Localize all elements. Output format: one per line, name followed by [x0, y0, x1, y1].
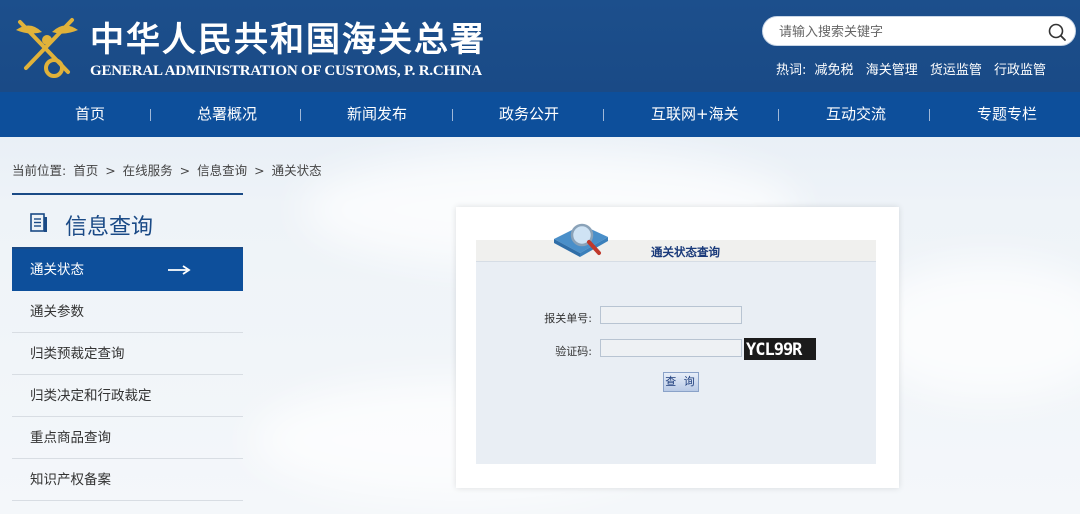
nav-separator	[150, 109, 151, 121]
nav-separator	[603, 109, 604, 121]
breadcrumb-item[interactable]: 首页	[73, 163, 98, 178]
breadcrumb-item[interactable]: 信息查询	[197, 163, 247, 178]
hotwords-label: 热词:	[776, 63, 807, 78]
sidebar-title: 信息查询	[65, 215, 154, 240]
sidebar-item-classification-ruling[interactable]: 归类预裁定查询	[12, 333, 243, 375]
sidebar-item-label: 重点商品查询	[30, 430, 111, 446]
sidebar-header: 信息查询	[12, 193, 243, 249]
site-title-cn: 中华人民共和国海关总署	[90, 20, 486, 60]
magnifier-icon	[554, 223, 608, 257]
nav-separator	[300, 109, 301, 121]
sidebar: 信息查询 通关状态 通关参数 归类预裁定查询 归类决定和行政裁定 重点商品查询 …	[12, 193, 243, 501]
query-button[interactable]: 查 询	[663, 372, 699, 392]
search-icon[interactable]	[1047, 22, 1067, 42]
nav-item-interaction[interactable]: 互动交流	[826, 92, 886, 137]
hotword-link[interactable]: 海关管理	[866, 63, 918, 78]
captcha-label: 验证码:	[555, 345, 592, 358]
hotword-link[interactable]: 货运监管	[930, 63, 982, 78]
nav-item-special-topics[interactable]: 专题专栏	[977, 92, 1037, 137]
site-title-en: GENERAL ADMINISTRATION OF CUSTOMS, P. R.…	[90, 63, 482, 79]
search-box	[762, 16, 1076, 46]
nav-item-internet-customs[interactable]: 互联网+海关	[651, 92, 739, 137]
breadcrumb-separator: >	[105, 163, 116, 178]
nav-item-home[interactable]: 首页	[75, 92, 105, 137]
breadcrumb-item[interactable]: 通关状态	[272, 163, 322, 178]
captcha-input[interactable]	[600, 339, 742, 357]
search-input[interactable]	[779, 22, 1039, 42]
sidebar-item-label: 通关参数	[30, 304, 84, 320]
nav-item-overview[interactable]: 总署概况	[197, 92, 257, 137]
nav-separator	[452, 109, 453, 121]
breadcrumb: 当前位置: 首页 > 在线服务 > 信息查询 > 通关状态	[12, 160, 325, 179]
breadcrumb-item[interactable]: 在线服务	[123, 163, 173, 178]
captcha-text: YCL99R	[746, 340, 803, 360]
query-panel: 通关状态查询 报关单号: 验证码: YCL99R 查 询	[456, 207, 899, 488]
declaration-number-input[interactable]	[600, 306, 742, 324]
sidebar-item-label: 归类预裁定查询	[30, 346, 125, 362]
sidebar-item-ip-filing[interactable]: 知识产权备案	[12, 459, 243, 501]
site-header: 中华人民共和国海关总署 GENERAL ADMINISTRATION OF CU…	[0, 0, 1080, 92]
query-panel-title: 通关状态查询	[651, 245, 720, 259]
nav-item-news[interactable]: 新闻发布	[347, 92, 407, 137]
captcha-image[interactable]: YCL99R	[744, 338, 816, 360]
hotwords-bar: 热词: 减免税 海关管理 货运监管 行政监管	[776, 59, 1054, 78]
arrow-right-icon	[168, 265, 191, 275]
hotword-link[interactable]: 减免税	[815, 63, 854, 78]
sidebar-item-key-goods[interactable]: 重点商品查询	[12, 417, 243, 459]
breadcrumb-separator: >	[254, 163, 265, 178]
breadcrumb-separator: >	[179, 163, 191, 178]
sidebar-item-clearance-status[interactable]: 通关状态	[12, 249, 243, 291]
main-nav: 首页 总署概况 新闻发布 政务公开 互联网+海关 互动交流 专题专栏	[0, 92, 1080, 137]
breadcrumb-prefix: 当前位置:	[12, 163, 67, 178]
sidebar-item-classification-decision[interactable]: 归类决定和行政裁定	[12, 375, 243, 417]
customs-emblem-icon	[16, 18, 78, 78]
sidebar-item-label: 知识产权备案	[30, 472, 111, 488]
declaration-number-label: 报关单号:	[544, 312, 592, 325]
document-icon	[30, 213, 47, 232]
hotword-link[interactable]: 行政监管	[994, 63, 1046, 78]
nav-separator	[778, 109, 779, 121]
sidebar-item-label: 通关状态	[30, 262, 84, 278]
nav-separator	[929, 109, 930, 121]
sidebar-item-label: 归类决定和行政裁定	[30, 388, 152, 404]
sidebar-item-clearance-params[interactable]: 通关参数	[12, 291, 243, 333]
nav-item-government-affairs[interactable]: 政务公开	[499, 92, 559, 137]
